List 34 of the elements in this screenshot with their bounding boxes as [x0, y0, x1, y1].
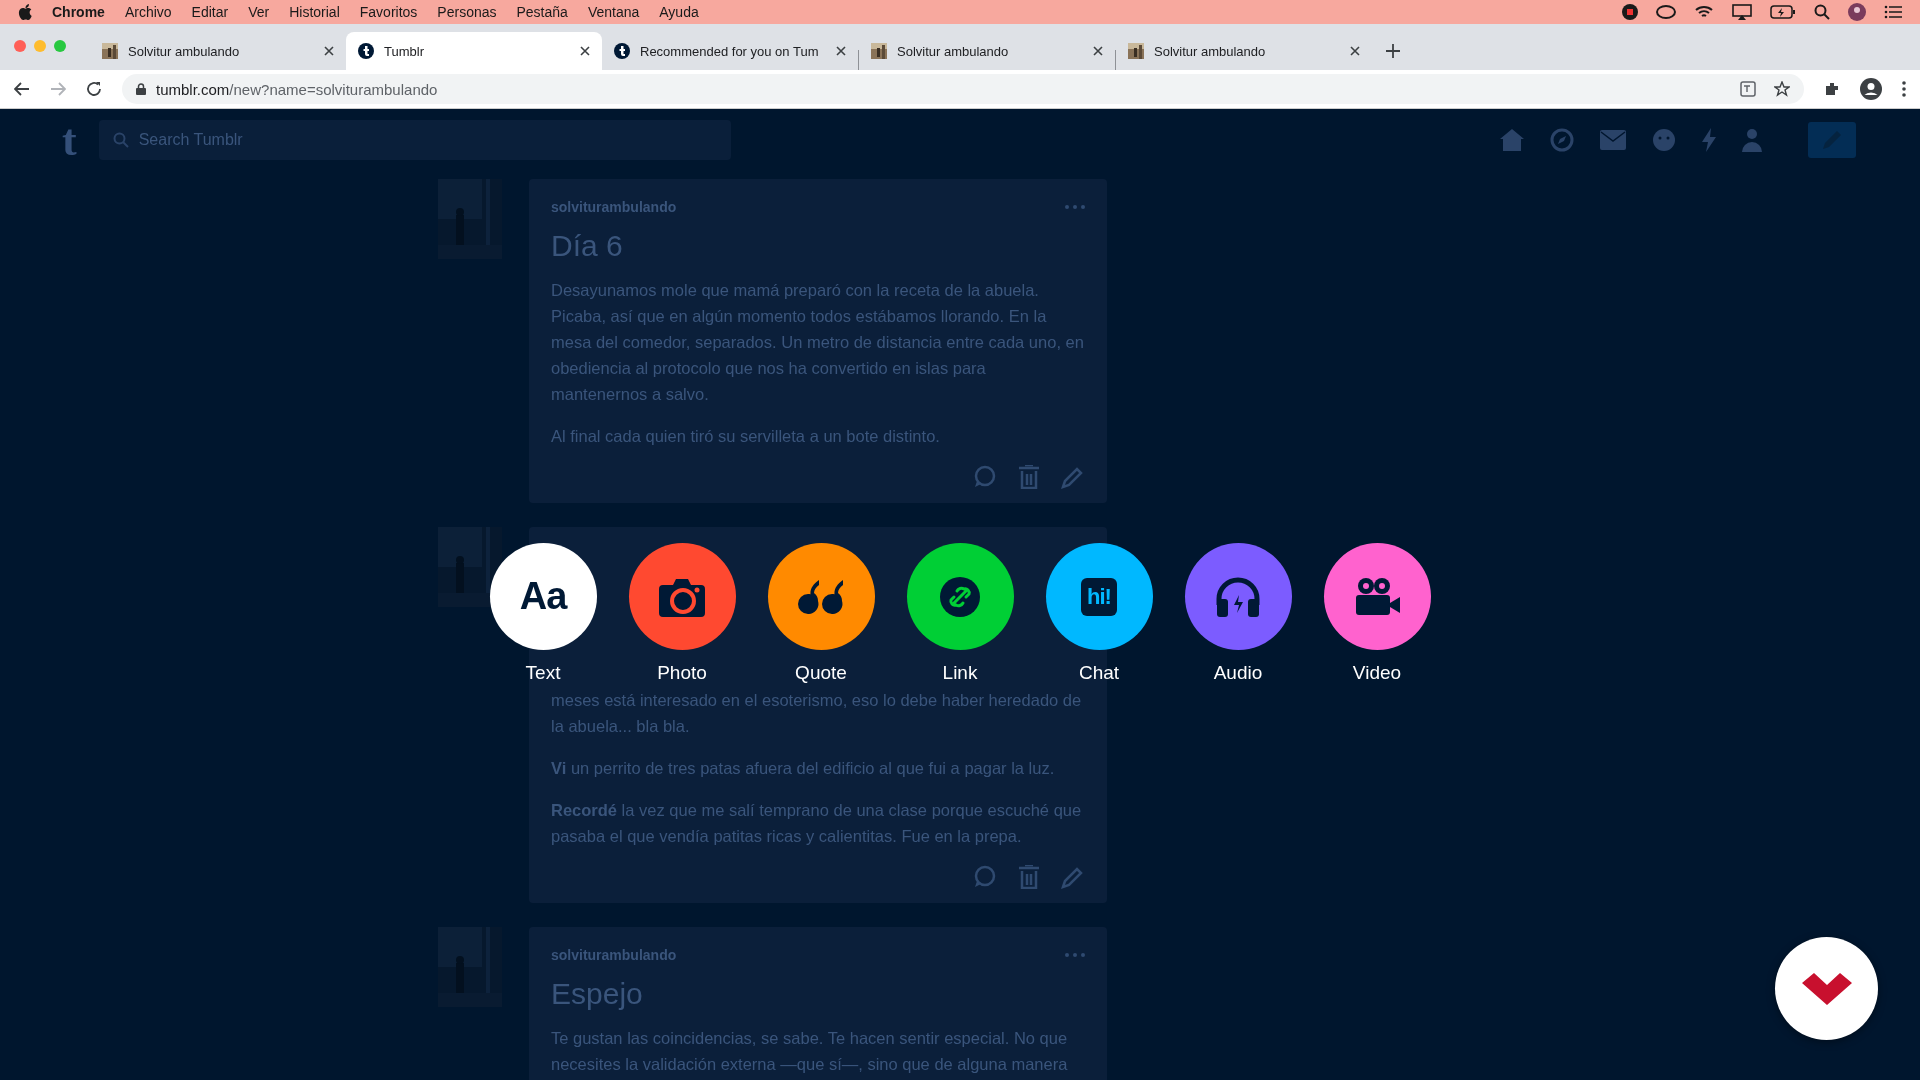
- text-glyph: Aa: [519, 575, 567, 618]
- post-paragraph: Al final cada quien tiró su servilleta a un bote distinto.: [551, 426, 941, 447]
- post-title: Espejo: [551, 977, 644, 1011]
- browser-tab[interactable]: Recommended for you on Tum: [602, 32, 858, 70]
- post-paragraph: Desayunamos mole que mamá preparó con la receta de la abuela. Picaba, así que en algún momento todos estábamos llorando. En la mesa del comedor, separados. Un metro de distancia entre cada uno, en obediencia al protocolo que nos ha convertido en islas para mantenernos a salvo.: [551, 280, 1085, 405]
- url-text: tumblr.com/new?name=solviturambulando: [156, 80, 438, 98]
- post-type-button[interactable]: Video: [1323, 543, 1431, 684]
- menu-item[interactable]: Archivo: [124, 4, 172, 20]
- menu-item[interactable]: Ver: [248, 4, 270, 20]
- speech-bubble-icon: hi!: [1081, 577, 1117, 616]
- tab-title: Solvitur ambulando: [128, 43, 241, 59]
- browser-tab[interactable]: Solvitur ambulando: [859, 32, 1115, 70]
- menu-item[interactable]: Editar: [191, 4, 229, 20]
- menu-item[interactable]: Ayuda: [659, 4, 699, 20]
- menu-item[interactable]: Favoritos: [359, 4, 418, 20]
- tab-title: Solvitur ambulando: [897, 43, 1010, 59]
- post-paragraph: Recordé la vez que me salí temprano de una clase porque escuché que pasaba el que vendía patitas ricas y calientitas. Fue en la prepa.: [551, 800, 1083, 847]
- browser-tab[interactable]: Solvitur ambulando: [90, 32, 346, 70]
- post-paragraph: meses está interesado en el esoterismo, eso lo debe haber heredado de la abuela... bla bla.: [551, 690, 1083, 737]
- menu-item[interactable]: Historial: [289, 4, 340, 20]
- post-type-button[interactable]: Audio: [1184, 543, 1292, 684]
- menu-item[interactable]: Personas: [437, 4, 497, 20]
- browser-tab[interactable]: Tumblr: [346, 32, 602, 70]
- post-paragraph: Te gustan las coincidencias, se sabe. Te hacen sentir especial. No que necesites la validación externa —que sí—, sino que de alguna manera: [551, 1028, 1069, 1075]
- browser-tab[interactable]: Solvitur ambulando: [1116, 32, 1372, 70]
- menu-item[interactable]: Ventana: [587, 4, 640, 20]
- tab-title: Tumblr: [384, 43, 425, 59]
- tab-title: Solvitur ambulando: [1154, 43, 1267, 59]
- address-bar[interactable]: tumblr.com/new?name=solviturambulando: [122, 74, 1804, 104]
- post-paragraph: Vi un perrito de tres patas afuera del edificio al que fui a pagar la luz.: [551, 758, 1056, 779]
- menu-item[interactable]: Pestaña: [516, 4, 568, 20]
- app-name-menu[interactable]: Chrome: [52, 4, 105, 20]
- post-title: Día 6: [551, 229, 624, 263]
- tab-title: Recommended for you on Tum: [640, 43, 820, 59]
